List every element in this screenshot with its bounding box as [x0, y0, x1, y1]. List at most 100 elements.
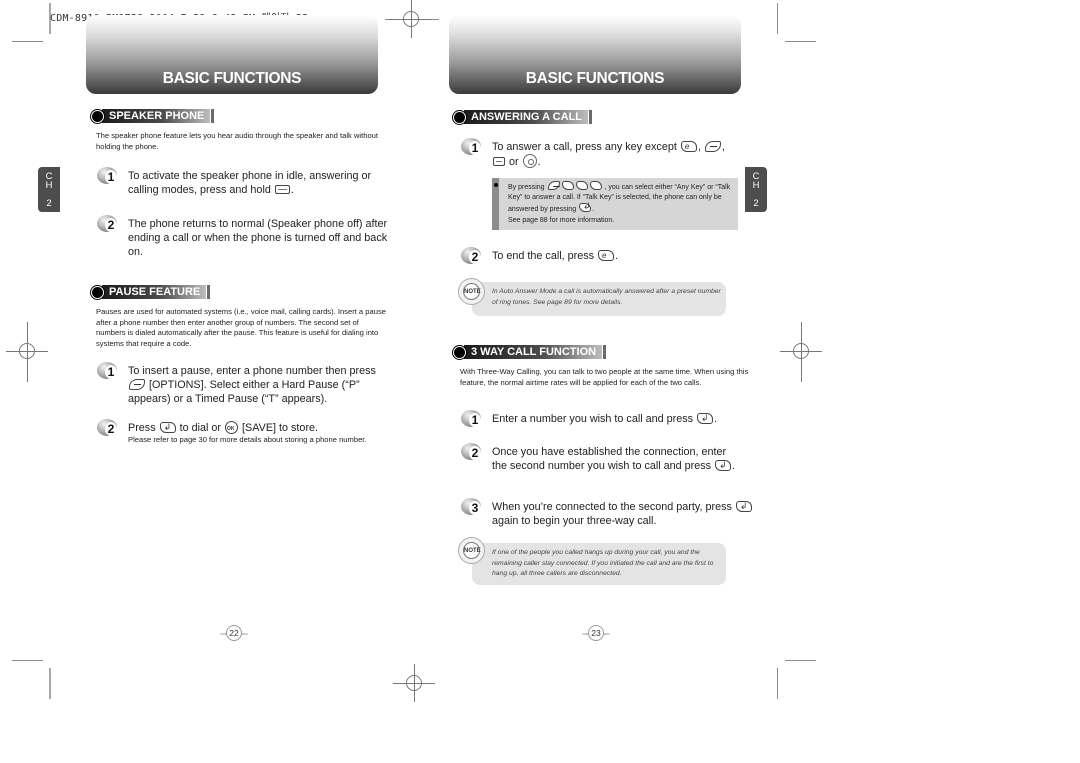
- step-text: To end the call, press: [492, 250, 595, 262]
- section-header-3-way-call: 3 WAY CALL FUNCTION: [453, 344, 607, 360]
- registration-mark-top: [390, 0, 432, 38]
- key-4-icon: [575, 181, 588, 190]
- send-key-icon: [715, 458, 732, 472]
- crop-mark: [785, 41, 816, 42]
- section-tail: [589, 110, 593, 124]
- section-tail: [211, 109, 215, 123]
- note-box-three-way: If one of the people you called hangs up…: [472, 543, 726, 585]
- three-way-step-3: When you’re connected to the second part…: [492, 499, 754, 528]
- send-key-icon: [735, 499, 752, 513]
- three-way-step-1: Enter a number you wish to call and pres…: [492, 411, 754, 426]
- step-number: 2: [105, 422, 117, 436]
- note-icon: NOTE: [458, 278, 485, 305]
- note-icon: NOTE: [458, 537, 485, 564]
- crop-mark: [785, 660, 816, 661]
- end-key-icon: [598, 249, 615, 263]
- step-text: Once you have established the connection…: [492, 446, 727, 472]
- section-title: PAUSE FEATURE: [102, 285, 207, 299]
- answer-step-1: To answer a call, press any key except ,…: [492, 140, 754, 169]
- crop-mark: [777, 668, 778, 699]
- step-number-ball: 1: [461, 138, 483, 158]
- send-key-icon: [159, 420, 176, 434]
- right-title-banner: BASIC FUNCTIONS: [449, 15, 741, 94]
- speaker-step-2: The phone returns to normal (Speaker pho…: [128, 218, 388, 258]
- step-subtext: Please refer to page 30 for more details…: [128, 435, 367, 444]
- left-title-banner: BASIC FUNCTIONS: [86, 15, 378, 94]
- crop-mark: [12, 41, 43, 42]
- step-number-ball: 2: [461, 443, 483, 463]
- bullet-dot-icon: [453, 345, 466, 359]
- left-page-title: BASIC FUNCTIONS: [162, 70, 302, 87]
- step-text-end: .: [714, 413, 718, 425]
- chapter-letter: H: [45, 180, 53, 191]
- step-number: 1: [105, 170, 117, 184]
- section-title: SPEAKER PHONE: [102, 109, 211, 123]
- step-number: 2: [105, 218, 117, 232]
- soft-key-icon: [129, 379, 145, 390]
- section-header-answering-a-call: ANSWERING A CALL: [453, 109, 593, 125]
- chapter-number: 2: [753, 198, 759, 209]
- section-tail: [207, 285, 211, 299]
- separator: ,: [697, 141, 701, 153]
- crop-mark: [49, 668, 51, 699]
- step-number-ball: 2: [97, 419, 119, 439]
- bullet-dot-icon: [91, 285, 104, 299]
- ok-key-icon: [225, 421, 239, 436]
- step-text: [SAVE] to store.: [242, 422, 319, 434]
- crop-mark: [777, 3, 778, 34]
- step-number: 2: [469, 250, 481, 264]
- section-header-pause-feature: PAUSE FEATURE: [91, 284, 211, 300]
- note-icon-label: NOTE: [463, 542, 481, 559]
- info-see-page: See page 88 for more information.: [508, 216, 615, 224]
- step-number: 1: [469, 413, 481, 427]
- bullet-icon: [494, 183, 498, 187]
- end-key-icon: [680, 140, 697, 154]
- note-icon-label: NOTE: [463, 283, 481, 300]
- step-number-ball: 1: [97, 362, 119, 382]
- step-text-end: .: [615, 250, 619, 262]
- crop-mark: [12, 660, 43, 661]
- step-text: Enter a number you wish to call and pres…: [492, 413, 694, 425]
- step-text: Press: [128, 422, 156, 434]
- three-way-intro: With Three-Way Calling, you can talk to …: [460, 367, 749, 387]
- step-number-ball: 1: [461, 410, 483, 430]
- left-page-number: 22: [226, 625, 242, 641]
- right-page-title: BASIC FUNCTIONS: [525, 70, 665, 87]
- side-key-icon: [704, 141, 721, 152]
- pause-step-1: To insert a pause, enter a phone number …: [128, 364, 390, 406]
- note-text: If one of the people you called hangs up…: [492, 549, 714, 577]
- section-title: 3 WAY CALL FUNCTION: [464, 345, 603, 359]
- bullet-dot-icon: [453, 110, 466, 124]
- speaker-step-1: To activate the speaker phone in idle, a…: [128, 169, 390, 197]
- step-text-end: .: [732, 460, 736, 472]
- info-box-text: By pressing , you can select either “Any…: [508, 181, 740, 226]
- step-text: to dial or: [179, 422, 222, 434]
- step-number: 3: [469, 501, 481, 515]
- send-key-icon: [579, 201, 592, 213]
- three-way-step-2: Once you have established the connection…: [492, 445, 737, 473]
- step-text: To insert a pause, enter a phone number …: [128, 365, 376, 377]
- step-text: To answer a call, press any key except: [492, 141, 677, 153]
- step-number: 1: [469, 141, 481, 155]
- send-key-icon: [697, 411, 714, 425]
- pause-step-2: Press to dial or [SAVE] to store. Please…: [128, 420, 390, 446]
- info-box: By pressing , you can select either “Any…: [492, 178, 738, 230]
- step-number: 1: [105, 365, 117, 379]
- step-number: 2: [469, 446, 481, 460]
- note-text: In Auto Answer Mode a call is automatica…: [492, 288, 721, 306]
- separator: ,: [721, 141, 725, 153]
- step-number-ball: 1: [97, 167, 119, 187]
- step-number-ball: 2: [97, 215, 119, 235]
- info-text-end: .: [592, 206, 594, 214]
- section-tail: [603, 345, 607, 359]
- key-8-icon: [561, 181, 574, 190]
- pause-feature-intro: Pauses are used for automated systems (i…: [96, 307, 386, 348]
- note-box-auto-answer: In Auto Answer Mode a call is automatica…: [472, 282, 726, 316]
- step-number-ball: 3: [461, 498, 483, 518]
- step-text-end: .: [290, 184, 294, 196]
- speaker-phone-intro: The speaker phone feature lets you hear …: [96, 131, 378, 151]
- section-title: ANSWERING A CALL: [464, 110, 589, 124]
- step-number-ball: 2: [461, 247, 483, 267]
- soft-key-icon: [547, 181, 560, 190]
- right-page-number: 23: [588, 625, 604, 641]
